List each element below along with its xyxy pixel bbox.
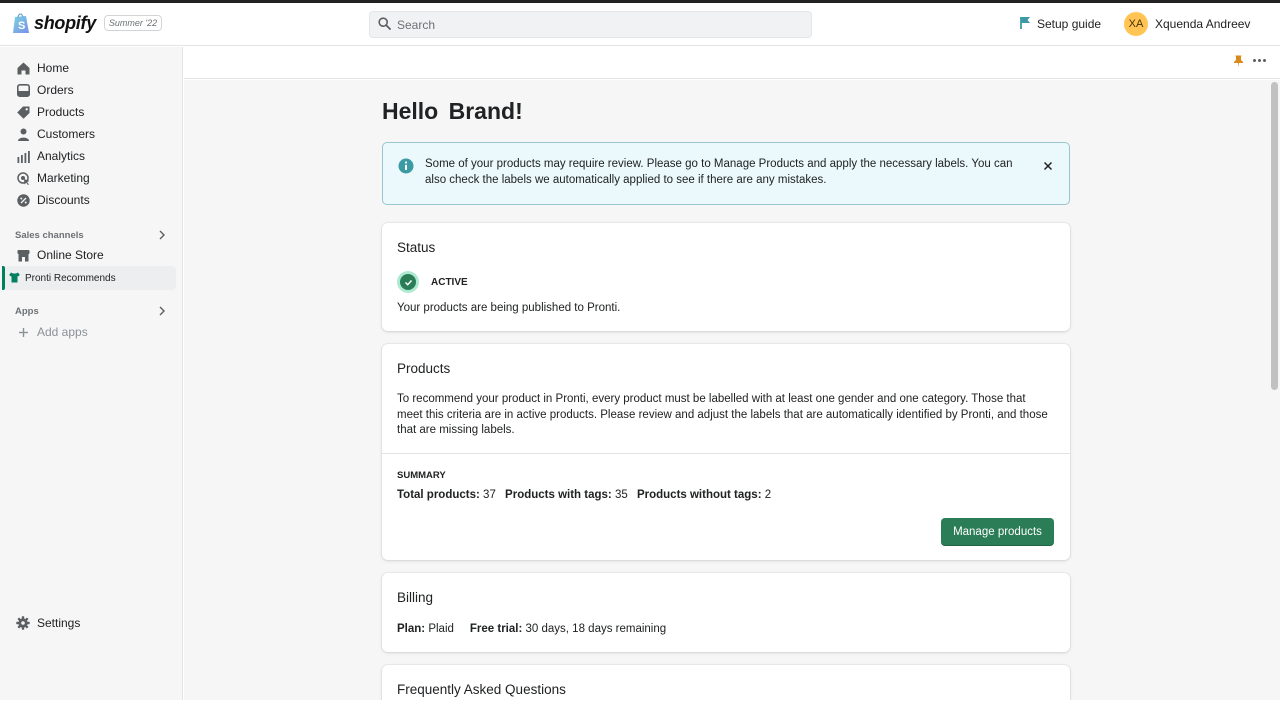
search-input[interactable] bbox=[397, 17, 777, 32]
status-card: Status ACTIVE Your products are being pu… bbox=[382, 223, 1070, 331]
sidebar-item-label: Pronti Recommends bbox=[25, 272, 116, 284]
sidebar-item-add-apps[interactable]: Add apps bbox=[0, 321, 183, 343]
store-icon bbox=[16, 248, 30, 262]
sidebar-item-marketing[interactable]: Marketing bbox=[0, 167, 183, 189]
card-divider bbox=[382, 453, 1070, 454]
search-icon bbox=[378, 16, 391, 33]
plan-value: Plaid bbox=[428, 623, 454, 635]
plan-label: Plan: bbox=[397, 623, 426, 635]
tag-icon bbox=[16, 105, 30, 119]
apps-chevron-icon[interactable] bbox=[156, 305, 168, 317]
summary-title: SUMMARY bbox=[397, 470, 446, 481]
sidebar-item-label: Customers bbox=[37, 127, 96, 141]
billing-details: Plan: Plaid Free trial: 30 days, 18 days… bbox=[397, 622, 666, 638]
main-content: Hello Brand! Some of your products may r… bbox=[184, 80, 1269, 700]
total-products-value: 37 bbox=[483, 489, 496, 501]
sidebar-item-label: Settings bbox=[37, 616, 81, 630]
sidebar-item-online-store[interactable]: Online Store bbox=[0, 244, 183, 266]
without-tags-value: 2 bbox=[764, 489, 772, 501]
app-title-bar bbox=[184, 47, 1280, 79]
sidebar-item-label: Home bbox=[37, 61, 70, 75]
orders-icon bbox=[16, 83, 30, 97]
more-actions-icon[interactable] bbox=[1253, 59, 1266, 62]
trial-value: 30 days, 18 days remaining bbox=[525, 623, 667, 635]
user-menu[interactable]: XA Xquenda Andreev bbox=[1124, 12, 1250, 36]
summary-line: Total products: 37 Products with tags: 3… bbox=[397, 489, 771, 501]
trial-label: Free trial: bbox=[469, 623, 523, 635]
total-products-label: Total products: bbox=[397, 489, 480, 501]
sidebar-item-settings[interactable]: Settings bbox=[0, 612, 183, 634]
status-card-title: Status bbox=[397, 240, 436, 255]
sidebar-item-home[interactable]: Home bbox=[0, 57, 183, 79]
greeting-name: Brand! bbox=[448, 98, 523, 124]
status-description: Your products are being published to Pro… bbox=[397, 302, 621, 314]
sidebar-item-label: Marketing bbox=[37, 171, 90, 185]
scrollbar-thumb[interactable] bbox=[1271, 82, 1278, 390]
shopify-bag-icon: S bbox=[12, 12, 31, 34]
flag-icon bbox=[1020, 16, 1031, 32]
sidebar-item-label: Products bbox=[37, 105, 85, 119]
sales-channels-chevron-icon[interactable] bbox=[156, 229, 168, 241]
setup-guide-label: Setup guide bbox=[1037, 17, 1102, 31]
sales-channels-title: Sales channels bbox=[15, 230, 84, 241]
avatar: XA bbox=[1124, 12, 1148, 36]
status-row: ACTIVE bbox=[397, 271, 468, 293]
sidebar-item-analytics[interactable]: Analytics bbox=[0, 145, 183, 167]
scrollbar[interactable] bbox=[1269, 80, 1280, 700]
close-icon[interactable] bbox=[1043, 159, 1053, 174]
plus-icon bbox=[16, 325, 30, 339]
shopify-logo[interactable]: S shopify Summer '22 bbox=[12, 12, 163, 34]
setup-guide-button[interactable]: Setup guide bbox=[1020, 16, 1101, 32]
home-icon bbox=[16, 61, 30, 75]
sidebar-item-label: Add apps bbox=[37, 325, 88, 339]
target-icon bbox=[16, 171, 30, 185]
discount-icon bbox=[16, 193, 30, 207]
page-title: Hello Brand! bbox=[382, 98, 523, 125]
sidebar-item-orders[interactable]: Orders bbox=[0, 79, 183, 101]
sidebar-item-label: Analytics bbox=[37, 149, 86, 163]
faq-card-title: Frequently Asked Questions bbox=[397, 682, 566, 697]
sidebar-item-label: Discounts bbox=[37, 193, 90, 207]
sidebar-item-label: Orders bbox=[37, 83, 74, 97]
info-banner: Some of your products may require review… bbox=[382, 142, 1070, 205]
products-description: To recommend your product in Pronti, eve… bbox=[397, 393, 1048, 436]
sidebar-item-discounts[interactable]: Discounts bbox=[0, 189, 183, 211]
sidebar-item-customers[interactable]: Customers bbox=[0, 123, 183, 145]
products-card: Products To recommend your product in Pr… bbox=[382, 344, 1070, 560]
top-bar: S shopify Summer '22 Setup guide XA Xque… bbox=[0, 3, 1280, 46]
search-bar[interactable] bbox=[369, 11, 812, 38]
apps-title: Apps bbox=[15, 306, 39, 317]
with-tags-value: 35 bbox=[614, 489, 628, 501]
person-icon bbox=[16, 127, 30, 141]
with-tags-label: Products with tags: bbox=[505, 489, 612, 501]
svg-text:S: S bbox=[18, 20, 25, 32]
billing-card: Billing Plan: Plaid Free trial: 30 days,… bbox=[382, 573, 1070, 652]
check-icon bbox=[397, 271, 419, 293]
faq-card: Frequently Asked Questions bbox=[382, 665, 1070, 700]
sidebar-item-pronti-recommends[interactable]: Pronti Recommends bbox=[2, 266, 176, 290]
pronti-app-icon bbox=[9, 271, 20, 286]
gear-icon bbox=[16, 616, 30, 630]
billing-card-title: Billing bbox=[397, 590, 434, 605]
banner-text: Some of your products may require review… bbox=[425, 158, 1013, 186]
bar-chart-icon bbox=[16, 149, 30, 163]
without-tags-label: Products without tags: bbox=[636, 489, 762, 501]
sidebar-item-label: Online Store bbox=[37, 248, 104, 262]
logo-text: shopify bbox=[34, 12, 96, 33]
sidebar: Home Orders Products Customers Analytics… bbox=[0, 47, 183, 700]
pin-icon[interactable] bbox=[1233, 55, 1244, 71]
greeting-prefix: Hello bbox=[382, 98, 439, 124]
status-badge: ACTIVE bbox=[431, 276, 468, 288]
sidebar-item-products[interactable]: Products bbox=[0, 101, 183, 123]
info-icon bbox=[398, 158, 414, 177]
products-card-title: Products bbox=[397, 361, 451, 376]
user-name: Xquenda Andreev bbox=[1155, 17, 1251, 31]
version-badge: Summer '22 bbox=[103, 15, 163, 31]
manage-products-button[interactable]: Manage products bbox=[941, 518, 1054, 546]
